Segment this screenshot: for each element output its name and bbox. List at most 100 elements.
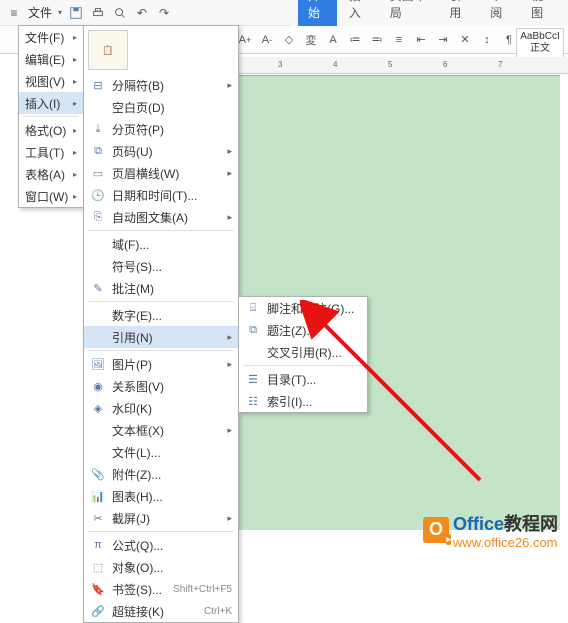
diagram-icon: ◉ <box>90 378 106 394</box>
indent-dec-icon[interactable]: ⇤ <box>412 31 430 49</box>
mi-caption[interactable]: ⧉题注(Z)... <box>239 319 367 341</box>
separator <box>23 116 79 117</box>
comment-icon: ✎ <box>90 280 106 296</box>
separator <box>88 301 234 302</box>
separator <box>88 350 234 351</box>
mi-diagram[interactable]: ◉关系图(V) <box>84 375 238 397</box>
footnote-icon: ⌸ <box>245 300 261 316</box>
brand-text: Office <box>453 514 504 534</box>
line-spacing-icon[interactable]: ↕ <box>478 31 496 49</box>
mi-bookmark[interactable]: 🔖书签(S)...Shift+Ctrl+F5 <box>84 578 238 600</box>
mi-formula[interactable]: π公式(Q)... <box>84 534 238 556</box>
mi-blankpage[interactable]: 空白页(D) <box>84 96 238 118</box>
mi-attach[interactable]: 📎附件(Z)... <box>84 463 238 485</box>
mi-reference[interactable]: 引用(N)▸ <box>84 326 238 348</box>
bookmark-icon: 🔖 <box>90 581 106 597</box>
menu-icon[interactable]: ≡ <box>6 5 22 21</box>
mi-index[interactable]: ☷索引(I)... <box>239 390 367 412</box>
menu-table[interactable]: 表格(A)▸ <box>19 163 83 185</box>
tab-review[interactable]: 审阅 <box>480 0 519 26</box>
text-style-icon[interactable]: ✕ <box>456 31 474 49</box>
mi-object[interactable]: ⬚对象(O)... <box>84 556 238 578</box>
indent-inc-icon[interactable]: ⇥ <box>434 31 452 49</box>
paste-icon: 📋 <box>102 45 113 56</box>
menu-tool[interactable]: 工具(T)▸ <box>19 141 83 163</box>
link-icon: 🔗 <box>90 603 106 619</box>
ruler-tick: 4 <box>333 60 337 69</box>
file-menu-label[interactable]: 文件 <box>28 4 52 21</box>
mi-hyperlink[interactable]: 🔗超链接(K)Ctrl+K <box>84 600 238 622</box>
mi-file[interactable]: 文件(L)... <box>84 441 238 463</box>
mi-number[interactable]: 数字(E)... <box>84 304 238 326</box>
print-icon[interactable] <box>90 5 106 21</box>
mi-crossref[interactable]: 交叉引用(R)... <box>239 341 367 363</box>
save-icon[interactable] <box>68 5 84 21</box>
mi-comment[interactable]: ✎批注(M) <box>84 277 238 299</box>
caption-icon: ⧉ <box>245 322 261 338</box>
toc-icon: ☰ <box>245 371 261 387</box>
index-icon: ☷ <box>245 393 261 409</box>
clock-icon: 🕒 <box>90 187 106 203</box>
undo-icon[interactable]: ↶ <box>134 5 150 21</box>
menu-edit[interactable]: 编辑(E)▸ <box>19 48 83 70</box>
brand-url: www.office26.com <box>453 536 558 549</box>
menu-insert[interactable]: 插入(I)▸ <box>19 92 83 114</box>
menu-file[interactable]: 文件(F)▸ <box>19 26 83 48</box>
brand-suffix: 教程网 <box>504 514 558 534</box>
mi-screenshot[interactable]: ✂截屏(J)▸ <box>84 507 238 529</box>
separator <box>243 365 363 366</box>
mi-toc[interactable]: ☰目录(T)... <box>239 368 367 390</box>
logo-icon: O▸ <box>423 517 449 543</box>
align-left-icon[interactable]: ≡ <box>390 31 408 49</box>
separator <box>88 230 234 231</box>
mi-autotext[interactable]: ⎘自动图文集(A)▸ <box>84 206 238 228</box>
menu-window[interactable]: 窗口(W)▸ <box>19 185 83 207</box>
reference-submenu: ⌸脚注和尾注(G)... ⧉题注(Z)... 交叉引用(R)... ☰目录(T)… <box>238 296 368 413</box>
ruler-tick: 3 <box>278 60 282 69</box>
mi-chart[interactable]: 📊图表(H)... <box>84 485 238 507</box>
tab-view[interactable]: 视图 <box>521 0 560 26</box>
ruler-tick: 6 <box>443 60 447 69</box>
mi-footnote[interactable]: ⌸脚注和尾注(G)... <box>239 297 367 319</box>
pagenum-icon: ⧉ <box>90 143 106 159</box>
mi-separator[interactable]: ⊟分隔符(B)▸ <box>84 74 238 96</box>
object-icon: ⬚ <box>90 559 106 575</box>
pagebreak-icon: ⤓ <box>90 121 106 137</box>
tab-start[interactable]: 开始 <box>298 0 337 26</box>
menu-format[interactable]: 格式(O)▸ <box>19 119 83 141</box>
main-menu: 文件(F)▸ 编辑(E)▸ 视图(V)▸ 插入(I)▸ 格式(O)▸ 工具(T)… <box>18 25 84 208</box>
chevron-down-icon[interactable]: ▾ <box>58 8 62 17</box>
redo-icon[interactable]: ↷ <box>156 5 172 21</box>
headerline-icon: ▭ <box>90 165 106 181</box>
preview-icon[interactable] <box>112 5 128 21</box>
paste-block[interactable]: 📋 <box>88 30 128 70</box>
mi-watermark[interactable]: ◈水印(K) <box>84 397 238 419</box>
attach-icon: 📎 <box>90 466 106 482</box>
pinyin-icon[interactable]: 変 <box>302 31 320 49</box>
autotext-icon: ⎘ <box>90 209 106 225</box>
formula-icon: π <box>90 537 106 553</box>
char-border-icon[interactable]: A <box>324 31 342 49</box>
tab-layout[interactable]: 页面布局 <box>380 0 438 26</box>
mi-symbol[interactable]: 符号(S)... <box>84 255 238 277</box>
ruler-tick: 5 <box>388 60 392 69</box>
mi-picture[interactable]: 🖼图片(P)▸ <box>84 353 238 375</box>
numbering-icon[interactable]: ≕ <box>368 31 386 49</box>
mi-headerline[interactable]: ▭页眉横线(W)▸ <box>84 162 238 184</box>
mi-field[interactable]: 域(F)... <box>84 233 238 255</box>
mi-datetime[interactable]: 🕒日期和时间(T)... <box>84 184 238 206</box>
picture-icon: 🖼 <box>90 356 106 372</box>
bullets-icon[interactable]: ≔ <box>346 31 364 49</box>
mi-textbox[interactable]: 文本框(X)▸ <box>84 419 238 441</box>
tab-ref[interactable]: 引用 <box>439 0 478 26</box>
style-preview: AaBbCcI <box>517 31 563 43</box>
watermark-icon: ◈ <box>90 400 106 416</box>
mi-pagebreak[interactable]: ⤓分页符(P) <box>84 118 238 140</box>
decrease-font-icon[interactable]: A- <box>258 31 276 49</box>
clear-format-icon[interactable]: ◇ <box>280 31 298 49</box>
chart-icon: 📊 <box>90 488 106 504</box>
tab-insert[interactable]: 插入 <box>339 0 378 26</box>
mi-pagenum[interactable]: ⧉页码(U)▸ <box>84 140 238 162</box>
separator <box>88 531 234 532</box>
menu-view[interactable]: 视图(V)▸ <box>19 70 83 92</box>
